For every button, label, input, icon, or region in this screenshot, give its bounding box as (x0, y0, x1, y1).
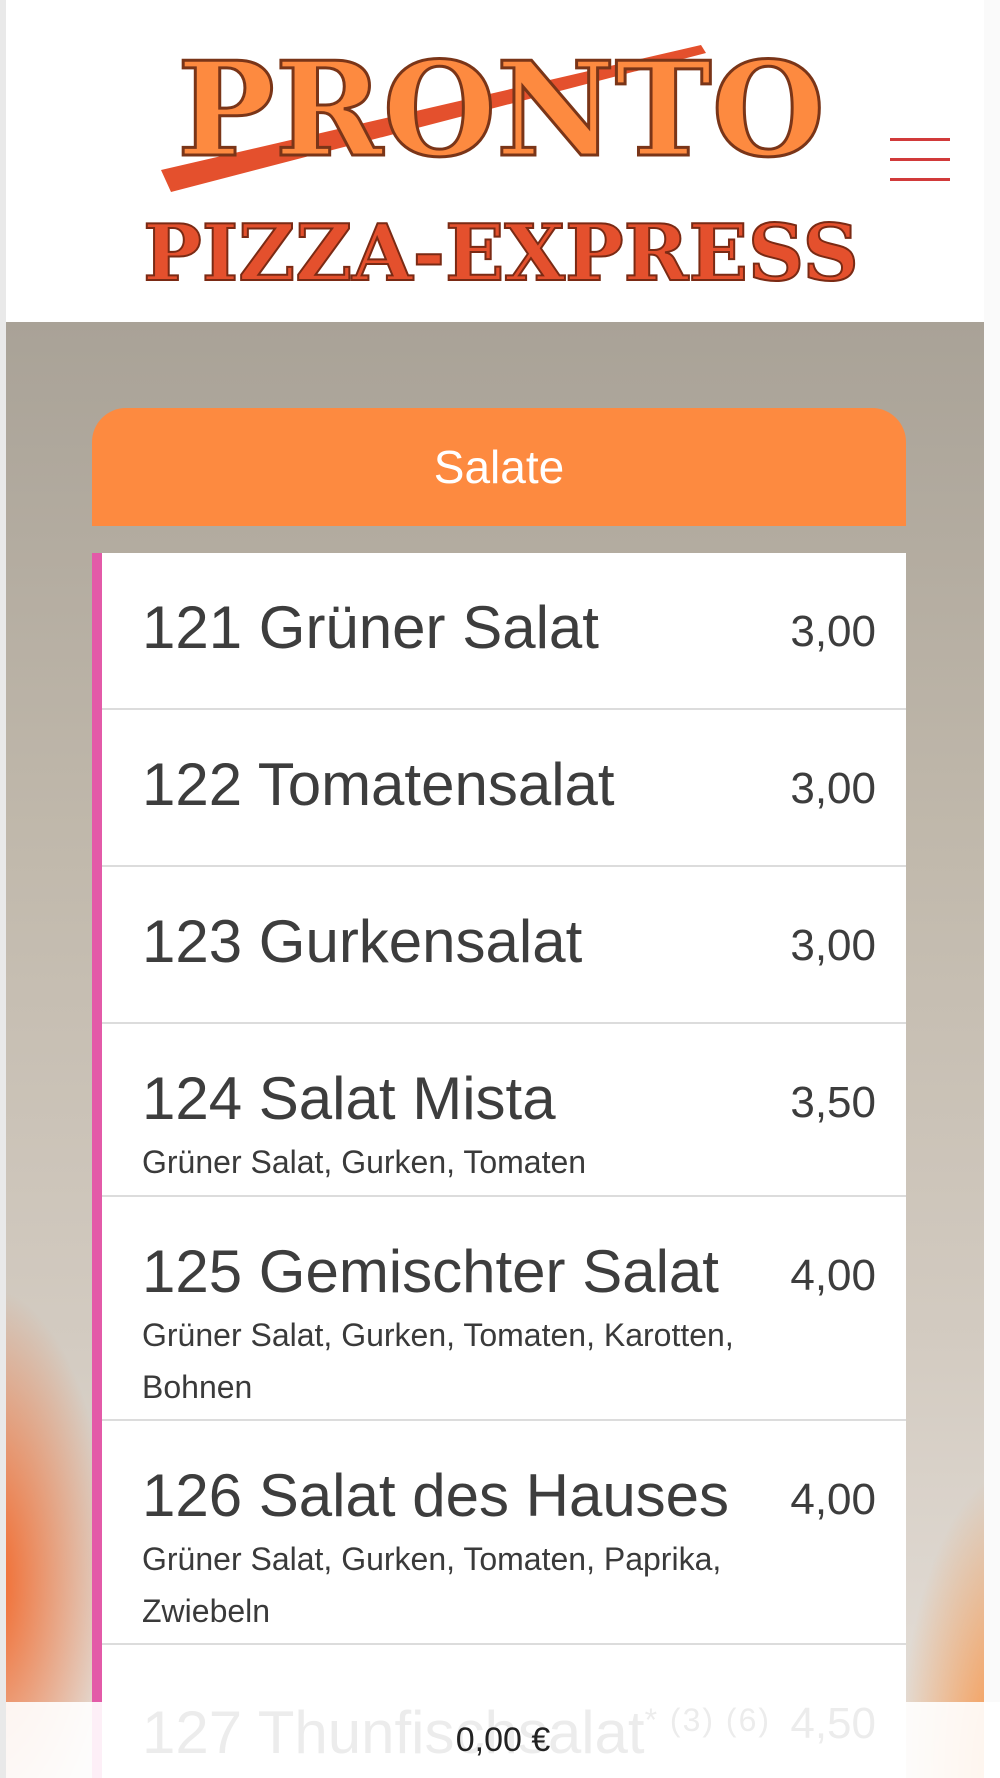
cart-total: 0,00 € (455, 1720, 551, 1759)
category-title: Salate (433, 441, 565, 493)
menu-item-price: 4,00 (790, 1251, 876, 1300)
logo-line2: PIZZA-EXPRESS (143, 208, 859, 299)
menu-item-title: Grüner Salat (258, 594, 599, 661)
menu-item-number: 123 (142, 908, 243, 975)
page: PRONTO PIZZA-EXPRESS Salate 121 Grüner S… (0, 0, 1000, 1778)
menu-item-list: 121 Grüner Salat 3,00 122 Tomatensalat 3,00… (92, 553, 906, 1778)
menu-item-title: Gurkensalat (258, 908, 583, 975)
menu-item-description: Grüner Salat, Gurken, Tomaten (142, 1144, 587, 1180)
menu-item-title: Salat Mista (258, 1065, 556, 1132)
menu-item-price: 4,00 (790, 1475, 876, 1524)
menu-item-name: 124 Salat Mista (142, 1064, 876, 1134)
menu-item-description: Grüner Salat, Gurken, Tomaten, Karotten,… (142, 1317, 734, 1405)
logo-line1: PRONTO (177, 33, 825, 186)
menu-item[interactable]: 124 Salat Mista Grüner Salat, Gurken, Tom… (102, 1024, 906, 1197)
menu-item[interactable]: 123 Gurkensalat 3,00 (102, 867, 906, 1024)
menu-item-name: 125 Gemischter Salat (142, 1237, 876, 1307)
category-header-salate[interactable]: Salate (92, 408, 906, 526)
menu-item[interactable]: 125 Gemischter Salat Grüner Salat, Gurken… (102, 1197, 906, 1421)
menu-item-description: Grüner Salat, Gurken, Tomaten, Paprika, … (142, 1541, 722, 1629)
menu-item-number: 122 (142, 751, 243, 818)
menu-item-title: Tomatensalat (257, 751, 615, 818)
hamburger-menu-button[interactable] (890, 135, 950, 185)
menu-item[interactable]: 121 Grüner Salat 3,00 (102, 553, 906, 710)
menu-item-price: 3,00 (790, 607, 876, 656)
menu-item-title: Salat des Hauses (258, 1462, 730, 1529)
site-header: PRONTO PIZZA-EXPRESS (6, 0, 984, 322)
menu-item-number: 126 (142, 1462, 243, 1529)
menu-item-number: 121 (142, 594, 243, 661)
menu-item-name: 126 Salat des Hauses (142, 1461, 876, 1531)
menu-item-price: 3,50 (790, 1078, 876, 1127)
menu-item[interactable]: 126 Salat des Hauses Grüner Salat, Gurken… (102, 1421, 906, 1645)
menu-item-price: 3,00 (790, 921, 876, 970)
menu-item-name: 121 Grüner Salat (142, 593, 876, 663)
pronto-pizza-express-logo[interactable]: PRONTO PIZZA-EXPRESS (131, 20, 871, 305)
menu-item-name: 122 Tomatensalat (142, 750, 876, 820)
right-gutter (984, 0, 1000, 1778)
cart-total-bar[interactable]: 0,00 € (6, 1702, 1000, 1778)
menu-item-title: Gemischter Salat (258, 1238, 719, 1305)
menu-item-price: 3,00 (790, 764, 876, 813)
menu-item[interactable]: 122 Tomatensalat 3,00 (102, 710, 906, 867)
menu-item-number: 125 (142, 1238, 243, 1305)
menu-item-number: 124 (142, 1065, 243, 1132)
menu-item-name: 123 Gurkensalat (142, 907, 876, 977)
